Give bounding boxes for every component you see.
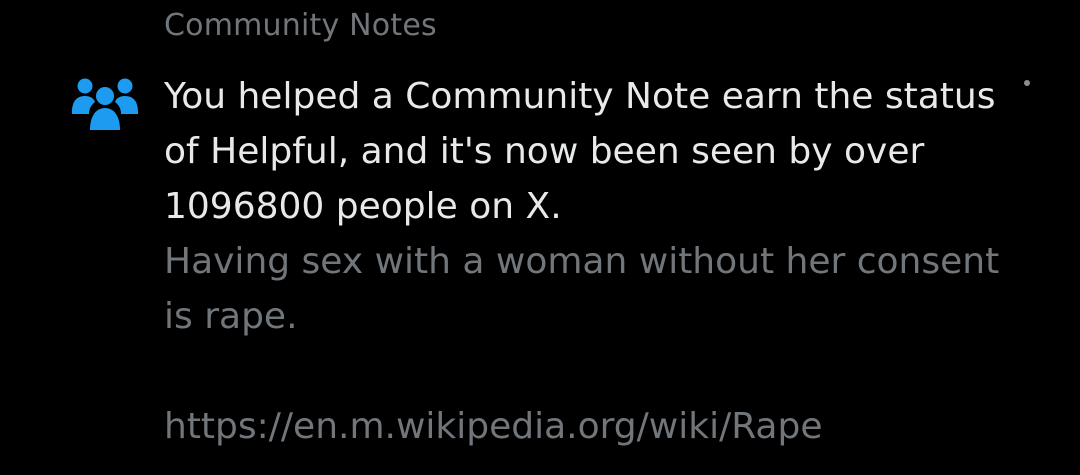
- note-source-link[interactable]: https://en.m.wikipedia.org/wiki/Rape: [164, 399, 1064, 454]
- note-text: Having sex with a woman without her cons…: [164, 241, 1000, 337]
- community-notes-people-icon: [72, 76, 138, 132]
- notification-header: Community Notes: [164, 8, 437, 43]
- notification-content: You helped a Community Note earn the sta…: [164, 69, 1064, 454]
- notification-message: You helped a Community Note earn the sta…: [164, 76, 996, 227]
- community-notes-notification[interactable]: Community Notes You helped a Community N…: [0, 0, 1080, 475]
